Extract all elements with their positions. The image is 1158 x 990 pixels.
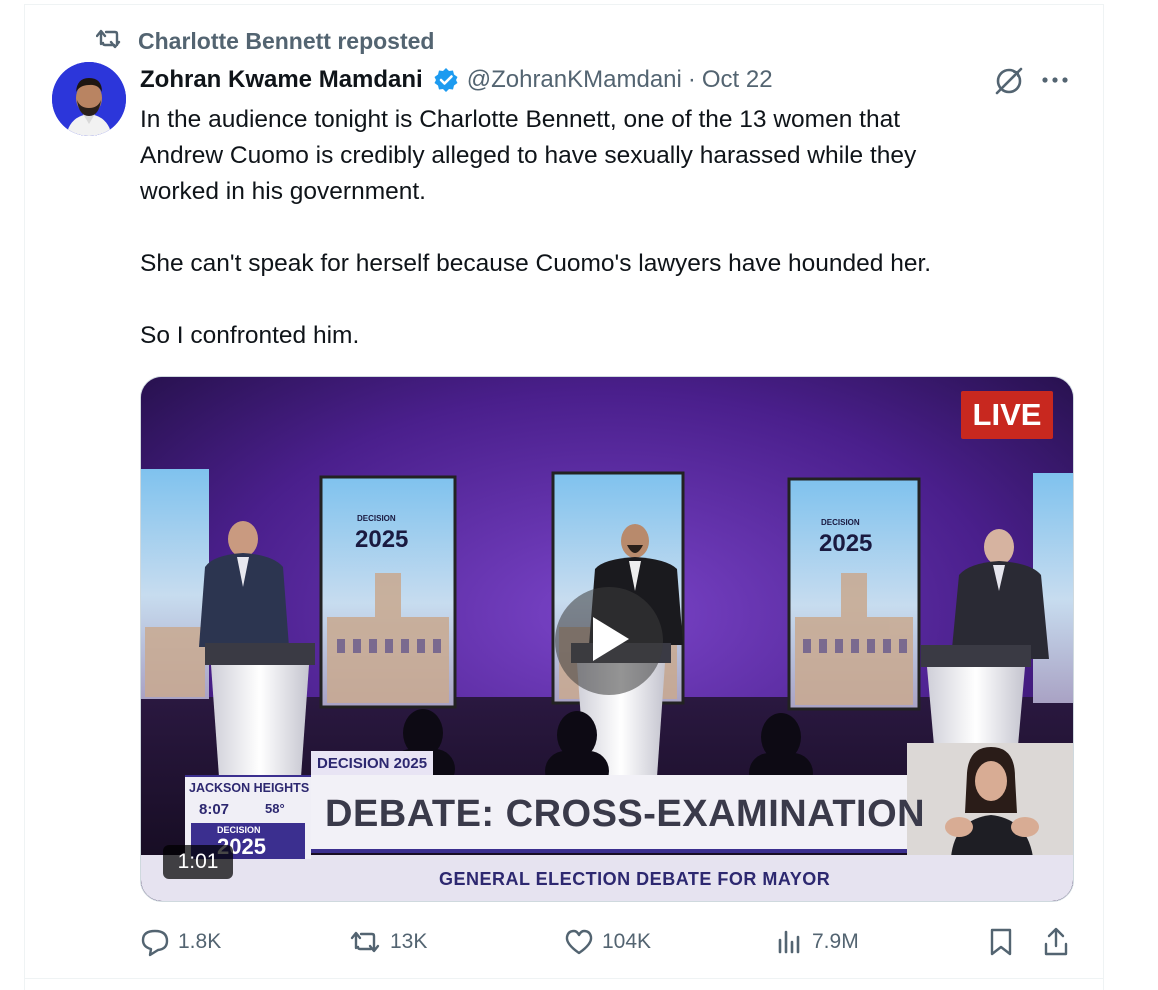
tweet-text-line: So I confronted him. (140, 322, 360, 349)
repost-count: 13K (390, 930, 428, 953)
decision-tag: DECISION 2025 (311, 751, 434, 777)
screen-label-small: DECISION (821, 518, 860, 527)
screen-label-year: 2025 (819, 530, 872, 557)
like-icon (564, 928, 594, 956)
repost-label: Charlotte Bennett reposted (138, 27, 435, 54)
repost-icon (350, 929, 382, 955)
separator-dot: · (687, 66, 696, 93)
card-bottom-divider (24, 978, 1104, 979)
location-label: JACKSON HEIGHTS (189, 781, 310, 795)
lower-third-subline: GENERAL ELECTION DEBATE FOR MAYOR (141, 855, 1073, 901)
tweet-text-line: worked in his government. (140, 178, 426, 205)
avatar[interactable] (52, 62, 126, 136)
tweet-header: Zohran Kwame Mamdani @ZohranKMamdani · O… (140, 62, 773, 98)
like-count: 104K (602, 930, 652, 953)
author-name[interactable]: Zohran Kwame Mamdani (140, 66, 423, 94)
verified-icon[interactable] (433, 67, 459, 93)
views-icon (776, 928, 804, 956)
bookmark-icon[interactable] (988, 924, 1014, 960)
video-duration: 1:01 (163, 845, 233, 879)
subline-text: GENERAL ELECTION DEBATE FOR MAYOR (439, 869, 831, 889)
share-icon[interactable] (1042, 924, 1070, 960)
repost-context[interactable]: Charlotte Bennett reposted (95, 27, 435, 55)
tweet-text-line: She can't speak for herself because Cuom… (140, 250, 932, 277)
tweet-text: In the audience tonight is Charlotte Ben… (140, 102, 1060, 354)
views-button[interactable]: 7.9M (776, 924, 859, 960)
like-button[interactable]: 104K (564, 924, 651, 960)
screen-label-year: 2025 (355, 526, 408, 553)
tweet-date[interactable]: Oct 22 (702, 66, 773, 94)
tweet-text-line: Andrew Cuomo is credibly alleged to have… (140, 142, 917, 169)
clock-time: 8:07 (199, 801, 230, 818)
reply-button[interactable]: 1.8K (140, 924, 221, 960)
play-button[interactable] (555, 587, 663, 695)
grok-icon[interactable] (994, 66, 1024, 101)
reply-icon (140, 927, 170, 957)
video-player[interactable]: DECISION 2025 DECISION 2025 LIVE DECISIO… (140, 376, 1074, 902)
lower-third: DEBATE: CROSS-EXAMINATION (311, 775, 925, 853)
lower-third-headline: DEBATE: CROSS-EXAMINATION (325, 793, 926, 835)
sign-language-interpreter (907, 743, 1073, 857)
repost-button[interactable]: 13K (350, 924, 427, 960)
repost-icon (95, 28, 124, 55)
play-icon (587, 615, 631, 668)
tweet-text-line: In the audience tonight is Charlotte Ben… (140, 106, 901, 133)
reply-count: 1.8K (178, 930, 222, 953)
action-bar: 1.8K 13K 104K 7.9M (140, 924, 1074, 960)
views-count: 7.9M (812, 930, 859, 953)
more-icon[interactable] (1040, 70, 1070, 95)
live-badge: LIVE (961, 391, 1053, 439)
temperature: 58° (265, 801, 285, 816)
screen-label-small: DECISION (357, 514, 396, 523)
author-handle[interactable]: @ZohranKMamdani (467, 66, 682, 94)
